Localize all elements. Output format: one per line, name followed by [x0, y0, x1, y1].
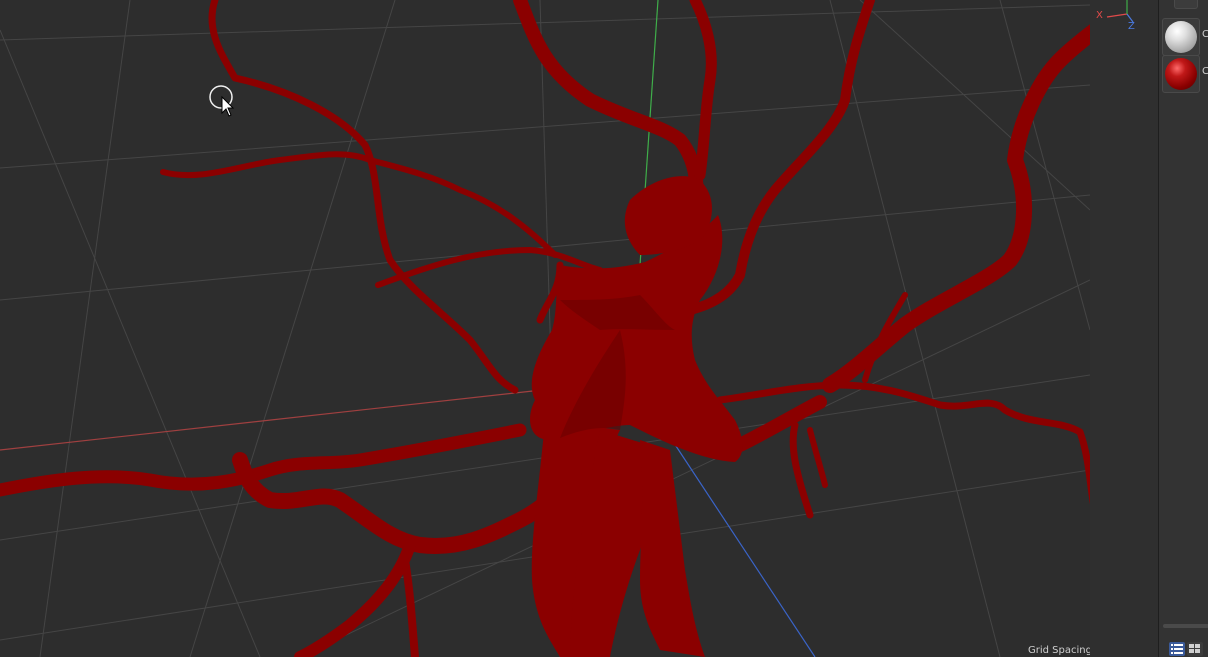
material-swatch[interactable] — [1162, 55, 1200, 93]
material-item[interactable]: C — [1161, 54, 1208, 93]
3d-viewport[interactable]: Grid Spacing : 10 cm — [0, 0, 1090, 657]
rotate-cursor-icon — [208, 85, 238, 117]
viewport-canvas[interactable] — [0, 0, 1090, 657]
material-manager-panel: C C — [1158, 0, 1208, 657]
panel-resize-handle[interactable] — [1163, 624, 1208, 628]
gizmo-z-label: Z — [1128, 21, 1135, 32]
grid-view-icon[interactable] — [1187, 642, 1203, 656]
material-item[interactable]: C — [1161, 17, 1208, 56]
panel-collapse-button[interactable] — [1174, 0, 1198, 9]
axis-gizmo: X Z — [1093, 0, 1141, 36]
red-sphere-icon — [1165, 58, 1197, 90]
white-sphere-icon — [1165, 21, 1197, 53]
material-swatch[interactable] — [1162, 18, 1200, 56]
neuron-soma[interactable] — [530, 176, 743, 657]
gizmo-x-label: X — [1096, 10, 1103, 21]
grid-spacing-readout: Grid Spacing : 10 cm — [1028, 645, 1090, 656]
material-name: C — [1202, 29, 1208, 40]
list-view-icon[interactable] — [1169, 642, 1185, 656]
viewport-right-margin — [1090, 0, 1158, 657]
material-name: C — [1202, 66, 1208, 77]
